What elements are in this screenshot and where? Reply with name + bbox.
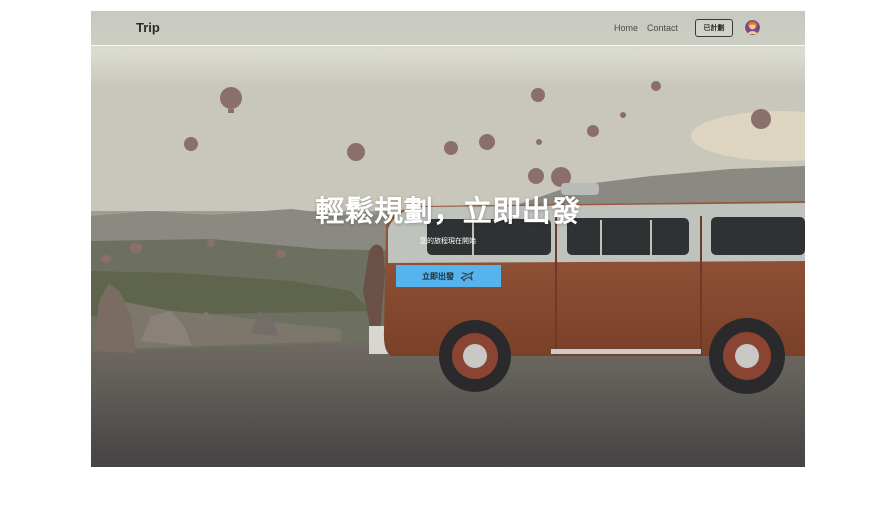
planned-trips-button[interactable]: 已計劃 xyxy=(695,19,733,37)
nav-link-home[interactable]: Home xyxy=(614,23,638,33)
start-trip-label: 立即出發 xyxy=(422,271,454,281)
top-navbar: Trip Home Contact 已計劃 xyxy=(91,11,805,46)
user-avatar-icon[interactable] xyxy=(745,20,760,35)
airplane-icon xyxy=(459,269,475,283)
brand-logo[interactable]: Trip xyxy=(136,20,160,35)
hero-subtitle: 您的旅程現在開始 xyxy=(420,237,476,245)
nav-link-contact[interactable]: Contact xyxy=(647,23,678,33)
hero-section: Trip Home Contact 已計劃 輕鬆規劃，立即出發 您的旅程現在開始… xyxy=(91,11,805,467)
hero-title: 輕鬆規劃，立即出發 xyxy=(315,194,581,228)
start-trip-button[interactable]: 立即出發 xyxy=(396,265,501,287)
